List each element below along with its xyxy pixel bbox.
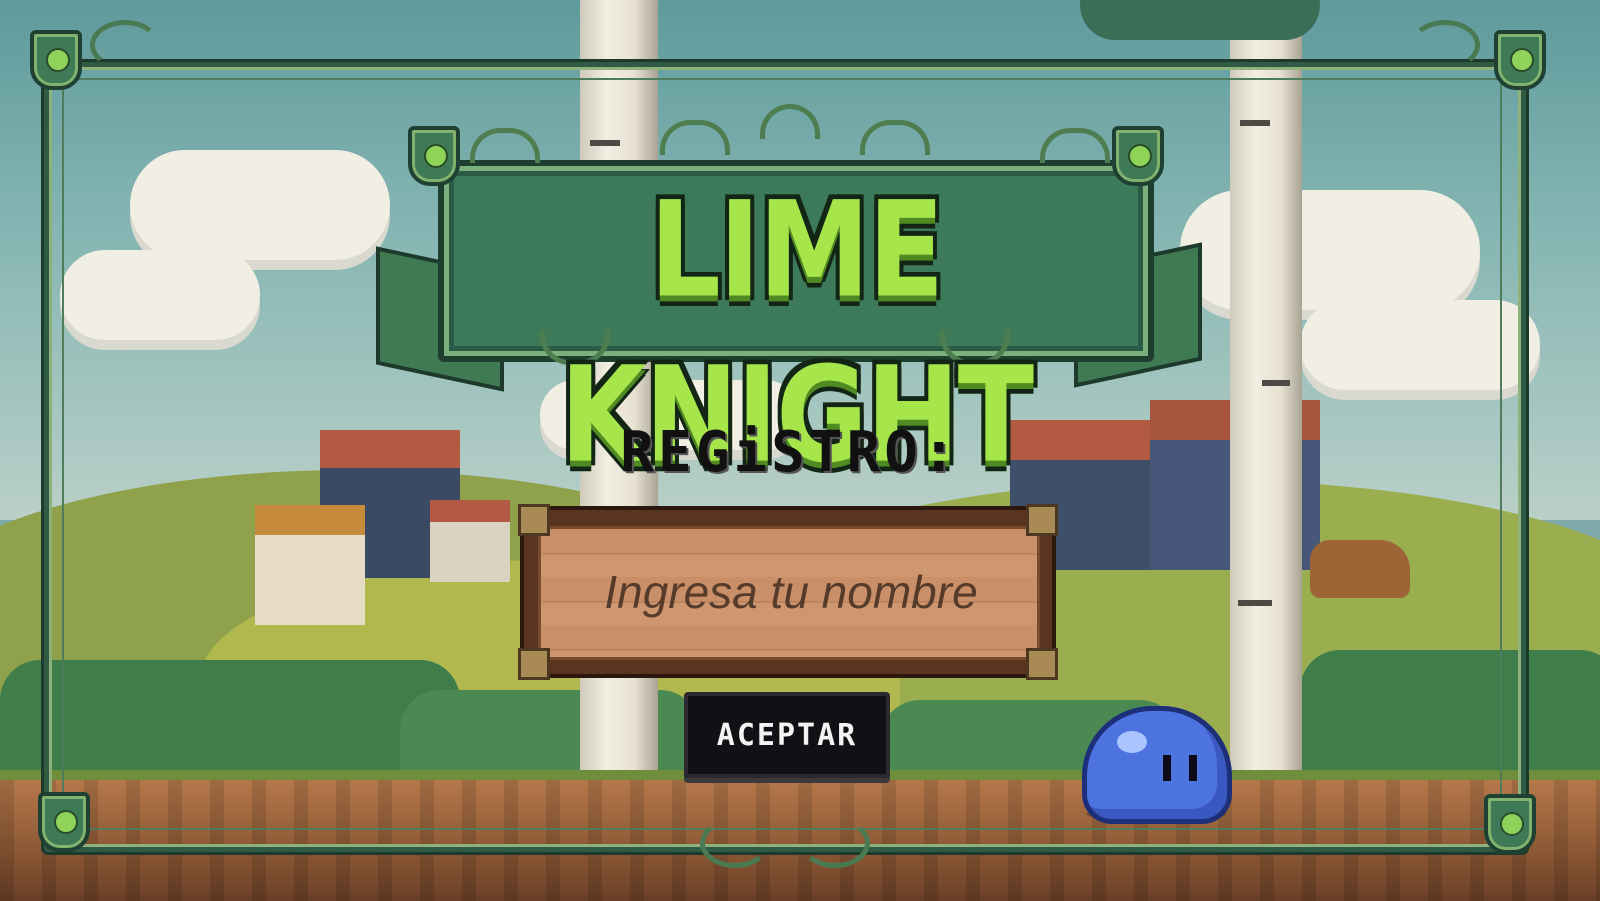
frame-swirl — [800, 818, 870, 868]
registration-label: REGiSTRO: — [620, 420, 960, 485]
board-bolt — [1026, 648, 1058, 680]
shield-icon — [30, 30, 82, 90]
lime-gem-icon — [46, 48, 70, 72]
frame-swirl — [90, 20, 160, 70]
lime-gem-icon — [424, 144, 448, 168]
frame-swirl — [1410, 20, 1480, 70]
lime-gem-icon — [54, 810, 78, 834]
shield-icon — [1494, 30, 1546, 90]
slime-eye — [1189, 755, 1197, 781]
slime-highlight — [1117, 731, 1147, 753]
name-input-plank — [538, 526, 1040, 660]
name-input-board — [518, 504, 1058, 680]
shield-icon — [38, 792, 90, 852]
slime-eye — [1163, 755, 1171, 781]
board-bolt — [1026, 504, 1058, 536]
slime-icon — [1082, 706, 1232, 824]
lime-gem-icon — [1128, 144, 1152, 168]
tree-canopy — [1080, 0, 1320, 40]
lime-gem-icon — [1510, 48, 1534, 72]
name-input[interactable] — [551, 559, 1031, 625]
shield-icon — [1484, 794, 1536, 854]
accept-button[interactable]: ACEPTAR — [684, 692, 890, 778]
board-bolt — [518, 504, 550, 536]
lime-gem-icon — [1500, 812, 1524, 836]
board-bolt — [518, 648, 550, 680]
frame-swirl — [700, 818, 770, 868]
